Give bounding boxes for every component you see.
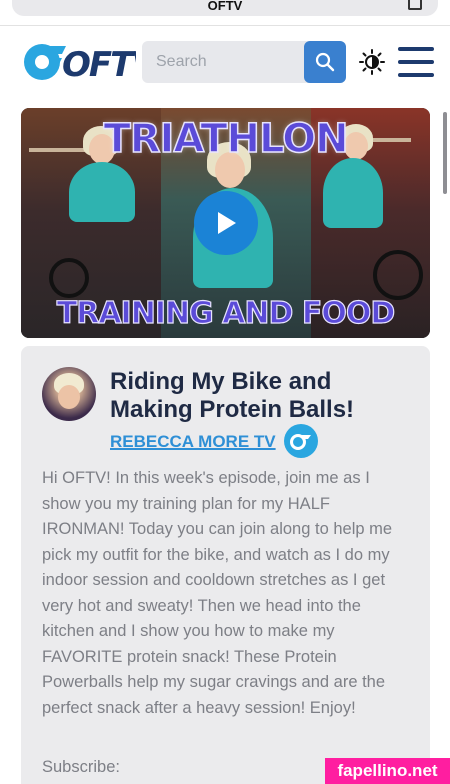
hamburger-menu-icon[interactable] bbox=[398, 43, 436, 81]
play-icon bbox=[218, 212, 236, 234]
bike-wheel bbox=[373, 250, 423, 300]
oftv-mark-icon bbox=[290, 434, 311, 450]
creator-avatar[interactable] bbox=[42, 367, 96, 421]
creator-link[interactable]: REBECCA MORE TV bbox=[110, 432, 276, 452]
url-text: OFTV bbox=[207, 0, 243, 12]
video-title-bottom: TRAINING AND FOOD bbox=[56, 295, 396, 331]
logo-text: OFTV bbox=[62, 45, 136, 84]
person-outfit bbox=[69, 162, 135, 222]
tabs-icon[interactable] bbox=[408, 0, 422, 10]
search-input[interactable] bbox=[142, 41, 304, 83]
person-outfit bbox=[323, 158, 383, 228]
search-button[interactable] bbox=[304, 41, 346, 83]
video-player[interactable]: TRIATHLON TRAINING AND FOOD bbox=[21, 108, 430, 338]
sun-icon bbox=[359, 49, 385, 75]
browser-url-bar[interactable]: OFTV bbox=[12, 0, 438, 16]
video-title-top: TRIATHLON bbox=[103, 115, 350, 163]
episode-card: Riding My Bike and Making Protein Balls!… bbox=[21, 346, 430, 784]
play-button[interactable] bbox=[194, 191, 258, 255]
oftv-badge-icon bbox=[284, 424, 318, 458]
theme-toggle-button[interactable] bbox=[358, 48, 386, 76]
site-header: OFTV bbox=[0, 26, 450, 96]
subscribe-label: Subscribe: bbox=[42, 758, 120, 776]
episode-title: Riding My Bike and Making Protein Balls! bbox=[110, 368, 355, 423]
oftv-logo-mark: OFTV bbox=[24, 44, 136, 84]
page-scrollbar[interactable] bbox=[443, 112, 447, 194]
oftv-logo[interactable]: OFTV bbox=[22, 40, 136, 84]
bike-wheel bbox=[49, 258, 89, 298]
watermark: fapellino.net bbox=[325, 758, 450, 784]
search-icon bbox=[315, 52, 335, 72]
search-box bbox=[142, 41, 346, 83]
episode-description: Hi OFTV! In this week's episode, join me… bbox=[42, 469, 393, 717]
